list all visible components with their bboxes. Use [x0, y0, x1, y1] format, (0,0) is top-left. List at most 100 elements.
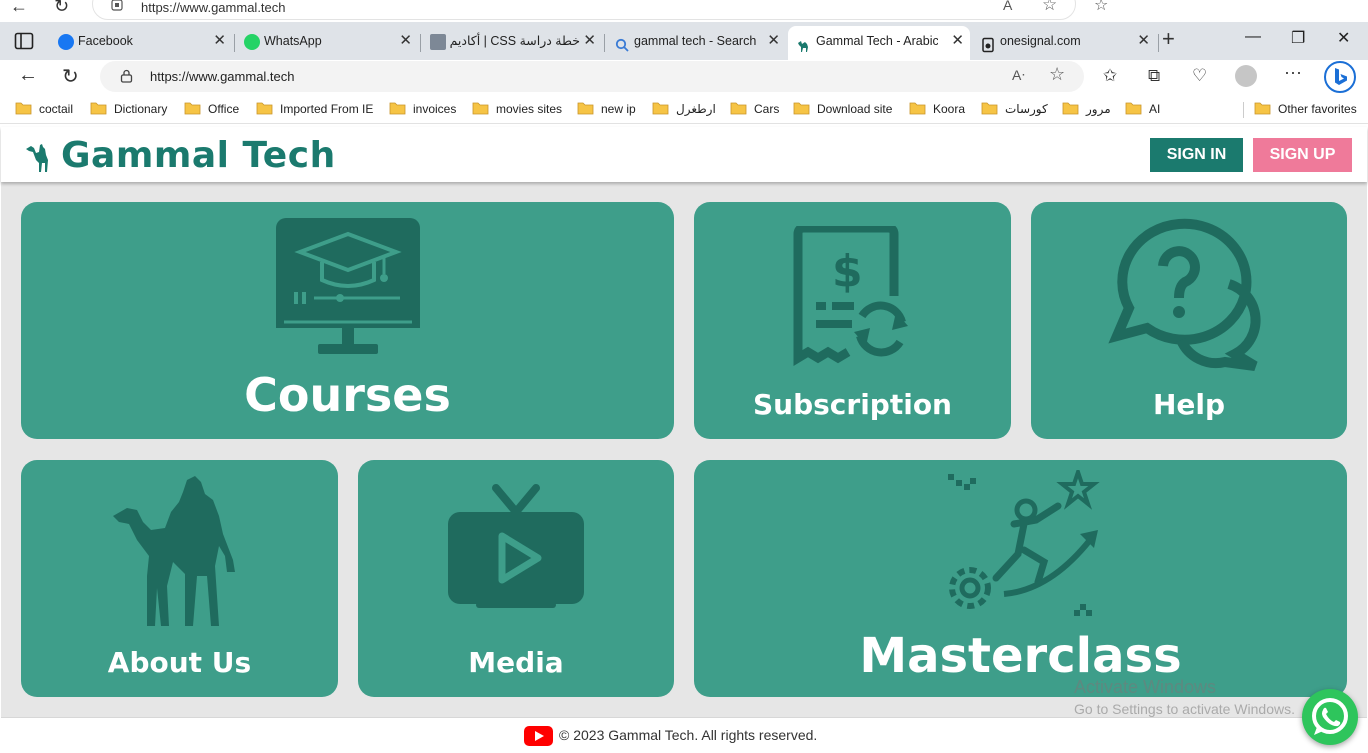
camel-rider-icon	[113, 476, 235, 626]
favorite-folder-coctail[interactable]: coctail	[15, 101, 73, 119]
close-icon[interactable]: ✕	[767, 26, 780, 56]
search-icon	[614, 34, 630, 52]
youtube-icon[interactable]	[524, 726, 553, 746]
media-title: Media	[468, 646, 564, 679]
favorite-folder-traffic[interactable]: مرور	[1062, 101, 1111, 119]
favorite-folder-imported[interactable]: Imported From IE	[256, 101, 373, 119]
favorites-icon[interactable]: ✩	[1103, 66, 1117, 86]
favorite-label: Dictionary	[114, 102, 168, 116]
add-favorite-star-icon[interactable]: ☆	[1049, 64, 1065, 85]
close-icon[interactable]: ✕	[951, 26, 964, 56]
favorite-folder-courses[interactable]: كورسات	[981, 101, 1048, 119]
favorite-folder-office[interactable]: Office	[184, 101, 239, 119]
favorite-label: Office	[208, 102, 240, 116]
page-icon	[980, 34, 996, 53]
help-question-bubbles-icon	[1108, 218, 1261, 371]
tab-label: Facebook	[78, 34, 133, 48]
whatsapp-chat-button[interactable]	[1302, 689, 1358, 745]
new-tab-icon[interactable]: +	[1162, 26, 1175, 52]
folder-icon	[389, 102, 406, 115]
courses-card[interactable]: Courses	[21, 202, 674, 439]
favorite-folder-movies[interactable]: movies sites	[472, 101, 562, 119]
tab-separator	[234, 34, 235, 52]
sign-in-button[interactable]: SIGN IN	[1150, 138, 1243, 172]
subscription-receipt-icon: $	[793, 226, 908, 366]
favorite-folder-invoices[interactable]: invoices	[389, 101, 456, 119]
other-favorites-folder[interactable]: Other favorites	[1254, 101, 1357, 119]
browser-essentials-icon[interactable]: ♡	[1192, 66, 1207, 86]
back-arrow-icon[interactable]: ←	[18, 64, 38, 87]
close-window-icon[interactable]: ✕	[1337, 28, 1350, 48]
close-icon[interactable]: ✕	[1137, 26, 1150, 56]
favorite-label: AI	[1149, 102, 1161, 116]
tab-label: Gammal Tech - Arabic	[816, 34, 938, 48]
tab-onesignal[interactable]: onesignal.com ✕	[972, 26, 1156, 60]
folder-icon	[184, 102, 201, 115]
collections-icon[interactable]: ⧉	[1148, 66, 1160, 86]
favorite-folder-new-ip[interactable]: new ip	[577, 101, 636, 119]
address-toolbar: ← ↻ https://www.gammal.tech Aᐧ ☆ ✩ ⧉ ♡ ·…	[0, 60, 1368, 94]
logo-text: Gammal Tech	[61, 135, 336, 176]
help-card[interactable]: Help	[1031, 202, 1347, 439]
favorite-folder-dictionary[interactable]: Dictionary	[90, 101, 167, 119]
lock-icon	[120, 69, 133, 83]
read-aloud-icon[interactable]: Aᐧ	[1012, 67, 1025, 84]
folder-icon	[652, 102, 669, 115]
close-icon[interactable]: ✕	[583, 26, 596, 56]
favorite-label: invoices	[413, 102, 457, 116]
tab-whatsapp[interactable]: WhatsApp ✕	[236, 26, 418, 60]
restore-icon[interactable]: ❐	[1291, 28, 1305, 48]
back-arrow-icon[interactable]: ←	[10, 0, 28, 17]
svg-text:$: $	[832, 246, 863, 297]
favorite-folder-ertugrul[interactable]: ارطغرل	[652, 101, 716, 119]
favorite-star-icon[interactable]: ☆	[1042, 0, 1057, 15]
sign-up-button[interactable]: SIGN UP	[1253, 138, 1352, 172]
reload-icon[interactable]: ↻	[54, 0, 69, 17]
close-icon[interactable]: ✕	[213, 26, 226, 56]
masterclass-card[interactable]: Masterclass	[694, 460, 1347, 697]
favorite-label: Koora	[933, 102, 966, 116]
tab-gammal-tech[interactable]: Gammal Tech - Arabic ✕	[788, 26, 970, 60]
favorite-label: Imported From IE	[280, 102, 374, 116]
more-options-icon[interactable]: ···	[1284, 62, 1302, 83]
close-icon[interactable]: ✕	[399, 26, 412, 56]
subscription-card[interactable]: $ Subscription	[694, 202, 1011, 439]
tab-search[interactable]: gammal tech - Search ✕	[606, 26, 786, 60]
read-aloud-icon[interactable]: A	[1003, 0, 1012, 13]
bing-chat-icon[interactable]	[1324, 61, 1356, 93]
favorite-folder-cars[interactable]: Cars	[730, 101, 779, 119]
favorites-icon[interactable]: ☆	[1094, 0, 1108, 15]
favorite-folder-ai[interactable]: AI	[1125, 101, 1160, 119]
camel-icon	[796, 34, 812, 52]
profile-avatar[interactable]	[1235, 65, 1257, 87]
tab-actions-icon[interactable]	[14, 32, 34, 50]
background-url-box[interactable]: https://www.gammal.tech	[92, 0, 1076, 20]
folder-icon	[577, 102, 594, 115]
folder-icon	[981, 102, 998, 115]
favorite-label: Other favorites	[1278, 102, 1357, 116]
folder-icon	[256, 102, 273, 115]
about-us-title: About Us	[107, 646, 252, 679]
activate-windows-title: Activate Windows	[1074, 677, 1217, 697]
media-card[interactable]: Media	[358, 460, 674, 697]
reload-icon[interactable]: ↻	[62, 64, 79, 89]
url-text: https://www.gammal.tech	[150, 69, 295, 84]
favorite-folder-koora[interactable]: Koora	[909, 101, 965, 119]
about-us-card[interactable]: About Us	[21, 460, 338, 697]
favorite-label: new ip	[601, 102, 636, 116]
tab-facebook[interactable]: Facebook ✕	[50, 26, 232, 60]
minimize-icon[interactable]: —	[1245, 28, 1261, 46]
graduation-monitor-icon	[276, 218, 420, 354]
tab-css-plan[interactable]: خطة دراسة CSS | أكاديم ✕	[422, 26, 602, 60]
favorite-label: كورسات	[1005, 102, 1048, 116]
favorite-label: Cars	[754, 102, 780, 116]
favorites-bar: coctail Dictionary Office Imported From …	[0, 94, 1368, 124]
url-input[interactable]: https://www.gammal.tech Aᐧ ☆	[100, 61, 1084, 92]
background-url-text: https://www.gammal.tech	[141, 0, 286, 15]
favorite-label: ارطغرل	[676, 102, 716, 116]
favorite-label: movies sites	[496, 102, 563, 116]
tab-label: خطة دراسة CSS | أكاديم	[450, 34, 580, 48]
folder-icon	[15, 102, 32, 115]
favorite-folder-download[interactable]: Download site	[793, 101, 892, 119]
background-window-toolbar: ← ↻ https://www.gammal.tech A ☆ ☆	[0, 0, 1368, 22]
